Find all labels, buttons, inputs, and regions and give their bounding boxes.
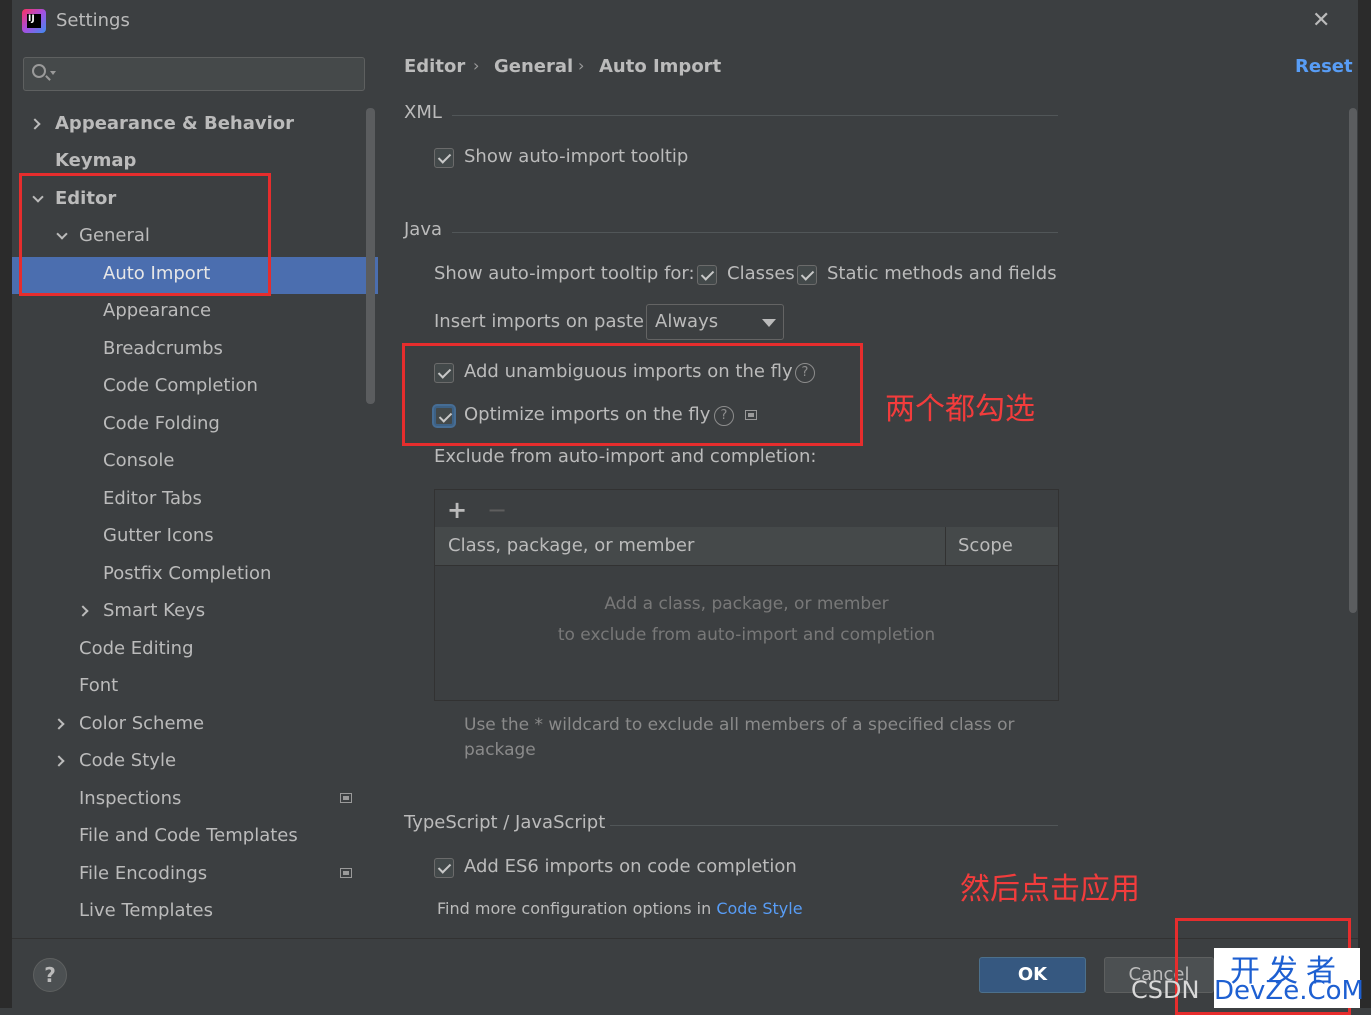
add-icon[interactable]: + (447, 496, 467, 524)
java-classes-label: Classes (727, 263, 795, 284)
sidebar-item-console[interactable]: Console (103, 444, 174, 478)
sidebar-item-appearance[interactable]: Appearance (103, 294, 211, 328)
background-ide-edge-right (1358, 0, 1371, 1015)
exclude-table-toolbar: + − (435, 490, 1058, 528)
project-settings-icon (340, 793, 352, 803)
ok-button[interactable]: OK (979, 957, 1086, 993)
sidebar-item-color-scheme[interactable]: Color Scheme (79, 707, 204, 741)
sidebar-item-appearance-behavior[interactable]: Appearance & Behavior (55, 107, 294, 141)
annotation-box-checkboxes (402, 343, 863, 446)
sidebar-item-code-style[interactable]: Code Style (79, 744, 176, 778)
java-static-checkbox[interactable] (797, 265, 817, 285)
wildcard-hint-line-2: package (464, 740, 536, 760)
remove-icon[interactable]: − (487, 496, 507, 524)
sidebar-item-file-code-templates[interactable]: File and Code Templates (79, 819, 298, 853)
es6-imports-checkbox[interactable] (434, 858, 454, 878)
search-icon (32, 64, 46, 78)
intellij-logo-icon: IJ (22, 9, 46, 33)
sidebar-item-file-encodings[interactable]: File Encodings (79, 857, 207, 891)
watermark-line-2: DevZe.CoM (1214, 976, 1364, 1006)
more-options-text: Find more configuration options in Code … (437, 899, 803, 918)
breadcrumb-general: General (494, 56, 574, 77)
java-tooltip-for-label: Show auto-import tooltip for: (434, 263, 695, 284)
breadcrumb-separator-icon: › (473, 56, 480, 75)
content-scrollbar[interactable] (1349, 108, 1357, 613)
section-title-java: Java (404, 219, 443, 240)
background-status-bar (0, 1008, 1371, 1015)
close-icon[interactable]: ✕ (1312, 8, 1330, 33)
code-style-link[interactable]: Code Style (716, 899, 802, 918)
wildcard-hint-line-1: Use the * wildcard to exclude all member… (464, 715, 1015, 735)
sidebar-item-smart-keys[interactable]: Smart Keys (103, 594, 205, 628)
window-title: Settings (56, 10, 130, 31)
insert-on-paste-value: Always (655, 311, 719, 332)
sidebar-item-inspections[interactable]: Inspections (79, 782, 181, 816)
java-static-label: Static methods and fields (827, 263, 1057, 284)
table-empty-text-2: to exclude from auto-import and completi… (557, 625, 936, 645)
sidebar-item-code-folding[interactable]: Code Folding (103, 407, 220, 441)
sidebar-item-code-editing[interactable]: Code Editing (79, 632, 194, 666)
devze-watermark: 开发者 DevZe.CoM (1214, 948, 1364, 1008)
sidebar-item-live-templates[interactable]: Live Templates (79, 894, 213, 928)
sidebar-item-editor-tabs[interactable]: Editor Tabs (103, 482, 202, 516)
title-bar (12, 0, 1358, 42)
java-classes-checkbox[interactable] (697, 265, 717, 285)
csdn-watermark: CSDN (1131, 976, 1200, 1004)
xml-show-tooltip-label: Show auto-import tooltip (464, 146, 689, 167)
column-header-scope[interactable]: Scope (958, 535, 1013, 556)
column-header-member[interactable]: Class, package, or member (448, 535, 694, 556)
column-divider[interactable] (945, 527, 946, 565)
annotation-box-editor (19, 173, 271, 296)
section-title-xml: XML (404, 102, 442, 123)
xml-show-tooltip-checkbox[interactable] (434, 148, 454, 168)
annotation-text-then-apply: 然后点击应用 (960, 872, 1140, 907)
insert-on-paste-select[interactable]: Always (646, 304, 784, 340)
table-empty-text-1: Add a class, package, or member (604, 594, 889, 614)
section-divider (610, 825, 1058, 826)
breadcrumb-separator-icon: › (578, 56, 585, 75)
reset-link[interactable]: Reset (1295, 56, 1353, 77)
sidebar-item-code-completion[interactable]: Code Completion (103, 369, 258, 403)
search-history-dropdown-icon[interactable] (50, 71, 56, 75)
sidebar-item-breadcrumbs[interactable]: Breadcrumbs (103, 332, 223, 366)
dropdown-arrow-icon (762, 319, 776, 327)
sidebar-item-font[interactable]: Font (79, 669, 118, 703)
help-button[interactable]: ? (33, 958, 67, 992)
sidebar-item-gutter-icons[interactable]: Gutter Icons (103, 519, 214, 553)
project-settings-icon (340, 868, 352, 878)
breadcrumb-editor: Editor (404, 56, 466, 77)
exclude-label: Exclude from auto-import and completion: (434, 446, 817, 467)
background-ide-edge (0, 0, 12, 1015)
es6-imports-label: Add ES6 imports on code completion (464, 856, 797, 877)
sidebar-item-postfix-completion[interactable]: Postfix Completion (103, 557, 271, 591)
exclude-table-header: Class, package, or member Scope (435, 527, 1058, 566)
section-divider (452, 115, 1058, 116)
section-title-typescript: TypeScript / JavaScript (404, 812, 606, 833)
sidebar-scrollbar[interactable] (366, 108, 375, 404)
search-input[interactable] (58, 62, 362, 88)
section-divider (452, 232, 1058, 233)
insert-on-paste-label: Insert imports on paste: (434, 311, 651, 332)
search-field[interactable] (23, 57, 365, 91)
breadcrumb-auto-import: Auto Import (599, 56, 722, 77)
exclude-table: + − Class, package, or member Scope Add … (434, 489, 1059, 701)
more-options-prefix: Find more configuration options in (437, 899, 712, 918)
annotation-text-both-check: 两个都勾选 (885, 392, 1035, 427)
